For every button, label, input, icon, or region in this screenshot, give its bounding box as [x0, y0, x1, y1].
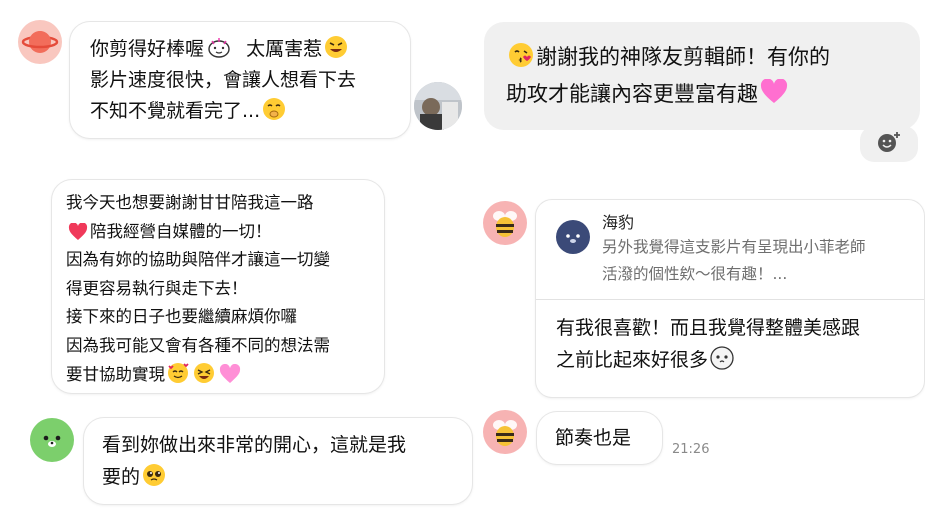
- message-line: 助攻才能讓內容更豐富有趣: [506, 76, 898, 113]
- laughing-emoji: [193, 362, 215, 384]
- add-reaction-icon: [876, 130, 902, 158]
- ghost-face-emoji: [710, 346, 734, 370]
- bear-avatar[interactable]: [30, 418, 74, 462]
- message-bubble[interactable]: 看到妳做出來非常的開心，這就是我 要的: [84, 418, 472, 504]
- red-heart-emoji: [68, 222, 88, 241]
- shushing-emoji: [262, 97, 286, 121]
- seal-avatar: [556, 220, 590, 254]
- message-line: 看到妳做出來非常的開心，這就是我: [102, 434, 407, 456]
- reply-text: 有我很喜歡！而且我覺得整體美感跟 之前比起來好很多: [536, 300, 924, 388]
- message-line: 有我很喜歡！而且我覺得整體美感跟: [556, 317, 861, 339]
- add-reaction-button[interactable]: [860, 126, 918, 162]
- smiling-hearts-emoji: [167, 362, 189, 384]
- message-bubble[interactable]: 我今天也想要謝謝甘甘陪我這一路 陪我經營自媒體的一切！ 因為有妳的協助與陪伴才讓…: [52, 180, 384, 393]
- message-line: 因為有妳的協助與陪伴才讓這一切變: [66, 250, 330, 270]
- message-bubble[interactable]: 節奏也是: [537, 412, 662, 464]
- planet-avatar[interactable]: [18, 20, 62, 64]
- cheering-emoji: [206, 35, 232, 59]
- message-line: 你剪得好棒喔 太厲害惹: [90, 34, 390, 65]
- photo-avatar[interactable]: [414, 82, 462, 130]
- message-line: 陪我經營自媒體的一切！: [66, 218, 370, 247]
- quoted-sender-name: 海豹: [602, 213, 635, 232]
- message-timestamp: 21:26: [672, 442, 710, 457]
- bee-avatar[interactable]: [483, 410, 527, 454]
- message-line: 節奏也是: [555, 427, 632, 449]
- message-line: 得更容易執行與走下去！: [66, 278, 248, 298]
- message-bubble-self[interactable]: 謝謝我的神隊友剪輯師！有你的 助攻才能讓內容更豐富有趣: [484, 22, 920, 130]
- quoted-text-line: 另外我覺得這支影片有呈現出小菲老師: [602, 238, 866, 256]
- message-line: 不知不覺就看完了...: [90, 96, 390, 127]
- message-line: 謝謝我的神隊友剪輯師！有你的: [506, 39, 898, 76]
- message-line: 因為我可能又會有各種不同的想法需: [66, 335, 330, 355]
- message-line: 我今天也想要謝謝甘甘陪我這一路: [66, 193, 314, 212]
- message-line: 要的: [102, 461, 454, 493]
- quoted-message[interactable]: 海豹 另外我覺得這支影片有呈現出小菲老師 活潑的個性欸～很有趣！...: [536, 200, 924, 300]
- quoted-text-line: 活潑的個性欸～很有趣！...: [602, 265, 788, 283]
- message-line: 影片速度很快，會讓人想看下去: [90, 69, 357, 91]
- pink-heart-emoji: [219, 363, 241, 384]
- message-bubble[interactable]: 你剪得好棒喔 太厲害惹 影片速度很快，會讓人想看下去 不知不覺就看完了...: [70, 22, 410, 138]
- reply-message-card[interactable]: 海豹 另外我覺得這支影片有呈現出小菲老師 活潑的個性欸～很有趣！... 有我很喜…: [536, 200, 924, 397]
- pleading-face-emoji: [142, 463, 166, 487]
- message-line: 要甘協助實現: [66, 361, 370, 390]
- kissing-face-emoji: [508, 42, 534, 68]
- bee-avatar[interactable]: [483, 201, 527, 245]
- message-line: 之前比起來好很多: [556, 344, 904, 376]
- message-line: 接下來的日子也要繼續麻煩你囉: [66, 307, 297, 327]
- pink-heart-emoji: [760, 79, 788, 105]
- grinning-emoji: [324, 35, 348, 59]
